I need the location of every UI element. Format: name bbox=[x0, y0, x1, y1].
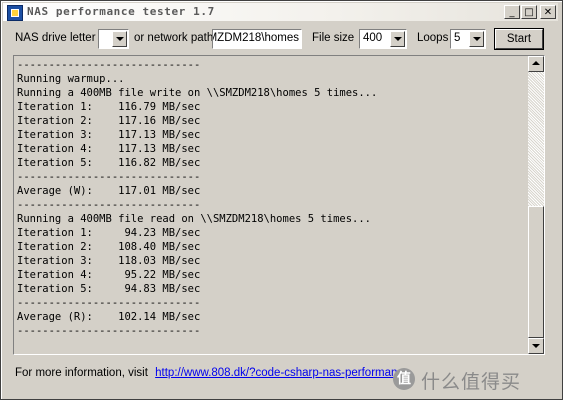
close-button[interactable]: ✕ bbox=[540, 5, 556, 19]
network-path-value: \\SMZDM218\homes bbox=[213, 32, 299, 44]
window-title: NAS performance tester 1.7 bbox=[27, 5, 215, 18]
drive-letter-label: NAS drive letter bbox=[15, 32, 96, 44]
loops-value: 5 bbox=[454, 32, 461, 44]
log-line: ----------------------------- bbox=[17, 297, 201, 309]
minimize-button[interactable]: _ bbox=[504, 5, 520, 19]
loops-select[interactable]: 5 bbox=[450, 29, 486, 49]
scroll-down-icon[interactable] bbox=[528, 338, 544, 354]
results-log: ----------------------------- Running war… bbox=[17, 58, 527, 338]
log-line: Iteration 4: 117.13 MB/sec bbox=[17, 143, 201, 155]
chevron-down-icon[interactable] bbox=[390, 31, 405, 47]
loops-label: Loops bbox=[417, 32, 449, 44]
file-size-label: File size bbox=[312, 32, 355, 44]
settings-toolbar: NAS drive letter or network path \\SMZDM… bbox=[1, 27, 562, 51]
log-line: Iteration 5: 94.83 MB/sec bbox=[17, 283, 201, 295]
footer-text: For more information, visit bbox=[15, 367, 148, 379]
title-bar[interactable]: NAS performance tester 1.7 _ □ ✕ bbox=[3, 3, 558, 21]
file-size-select[interactable]: 400 bbox=[359, 29, 407, 49]
results-output[interactable]: ----------------------------- Running war… bbox=[13, 55, 545, 355]
scroll-thumb[interactable] bbox=[528, 206, 544, 338]
start-button[interactable]: Start bbox=[494, 28, 544, 50]
log-line: ----------------------------- bbox=[17, 199, 201, 211]
log-line: Iteration 3: 118.03 MB/sec bbox=[17, 255, 201, 267]
drive-letter-select[interactable] bbox=[98, 29, 129, 49]
log-line: ----------------------------- bbox=[17, 59, 201, 71]
file-size-value: 400 bbox=[363, 32, 383, 44]
log-line: Iteration 2: 117.16 MB/sec bbox=[17, 115, 201, 127]
vertical-scrollbar[interactable] bbox=[528, 56, 544, 354]
log-line: Average (R): 102.14 MB/sec bbox=[17, 311, 201, 323]
log-line: Running warmup... bbox=[17, 73, 125, 85]
log-line: Iteration 3: 117.13 MB/sec bbox=[17, 129, 201, 141]
app-window: NAS performance tester 1.7 _ □ ✕ NAS dri… bbox=[0, 0, 563, 400]
info-link[interactable]: http://www.808.dk/?code-csharp-nas-perfo… bbox=[155, 367, 409, 379]
network-path-input[interactable]: \\SMZDM218\homes bbox=[212, 29, 302, 49]
log-line: Iteration 1: 94.23 MB/sec bbox=[17, 227, 201, 239]
log-line: ----------------------------- bbox=[17, 171, 201, 183]
log-line: Iteration 1: 116.79 MB/sec bbox=[17, 101, 201, 113]
watermark-text: 什么值得买 bbox=[421, 371, 522, 393]
log-line: Running a 400MB file write on \\SMZDM218… bbox=[17, 87, 378, 99]
log-line: ----------------------------- bbox=[17, 325, 201, 337]
log-line: Iteration 2: 108.40 MB/sec bbox=[17, 241, 201, 253]
log-line: Iteration 4: 95.22 MB/sec bbox=[17, 269, 201, 281]
network-path-label: or network path bbox=[134, 32, 214, 44]
app-icon bbox=[7, 5, 23, 21]
log-line: Average (W): 117.01 MB/sec bbox=[17, 185, 201, 197]
footer-info: For more information, visit http://www.8… bbox=[15, 367, 410, 379]
log-line: Running a 400MB file read on \\SMZDM218\… bbox=[17, 213, 372, 225]
watermark: 值 什么值得买 bbox=[393, 367, 559, 393]
log-line: Iteration 5: 116.82 MB/sec bbox=[17, 157, 201, 169]
scroll-up-icon[interactable] bbox=[528, 56, 544, 72]
watermark-logo-icon: 值 bbox=[393, 368, 415, 390]
chevron-down-icon[interactable] bbox=[469, 31, 484, 47]
chevron-down-icon[interactable] bbox=[112, 31, 127, 47]
maximize-button[interactable]: □ bbox=[521, 5, 537, 19]
